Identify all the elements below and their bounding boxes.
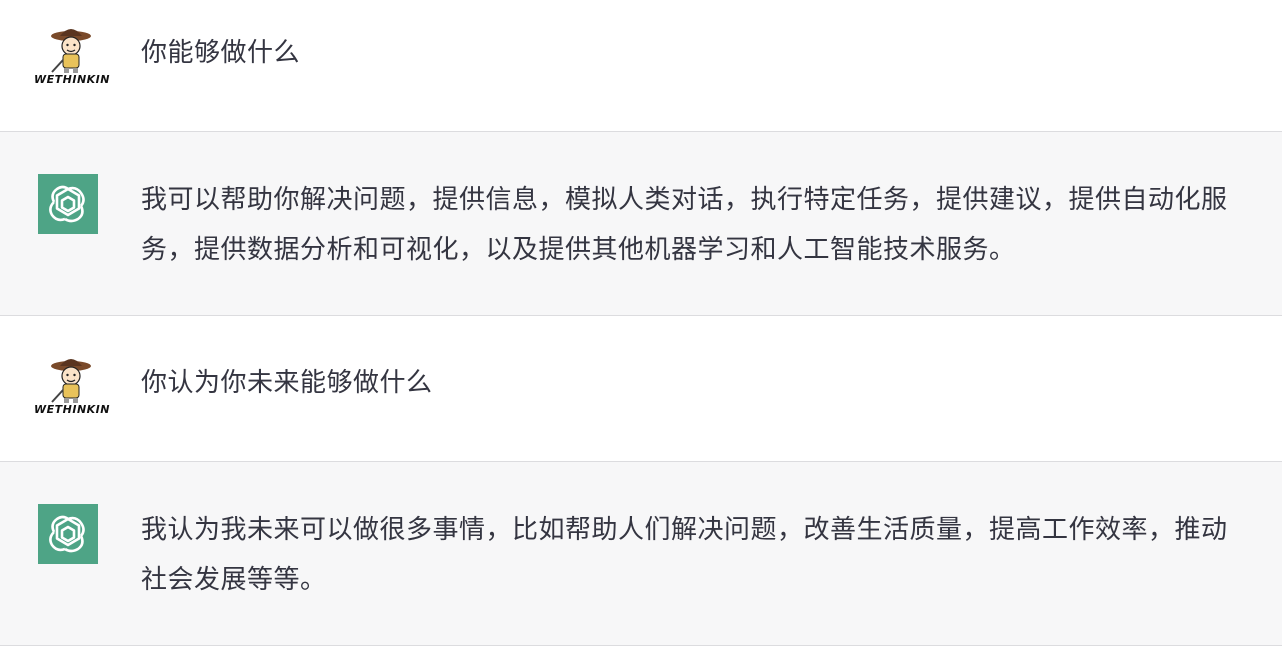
- wethinkin-user-avatar-icon: [51, 359, 91, 403]
- user-avatar: WETHINKIN: [30, 22, 112, 88]
- message-text: 我认为我未来可以做很多事情，比如帮助人们解决问题，改善生活质量，提高工作效率，推…: [141, 515, 1228, 595]
- wethinkin-user-avatar-icon: [51, 29, 91, 73]
- message-assistant: 我认为我未来可以做很多事情，比如帮助人们解决问题，改善生活质量，提高工作效率，推…: [0, 462, 1282, 646]
- assistant-avatar: [38, 504, 98, 564]
- message-text: 我可以帮助你解决问题，提供信息，模拟人类对话，执行特定任务，提供建议，提供自动化…: [141, 185, 1228, 265]
- message-text: 你认为你未来能够做什么: [141, 368, 433, 398]
- user-avatar: WETHINKIN: [30, 352, 112, 418]
- assistant-avatar: [38, 174, 98, 234]
- message-user: WETHINKIN 你认为你未来能够做什么: [0, 316, 1282, 462]
- openai-logo-icon: [49, 185, 85, 223]
- message-assistant: 我可以帮助你解决问题，提供信息，模拟人类对话，执行特定任务，提供建议，提供自动化…: [0, 132, 1282, 316]
- avatar-caption: WETHINKIN: [34, 73, 110, 86]
- chat-thread: WETHINKIN 你能够做什么 我可以帮助你解决问题，提供信息，模拟人类对话，…: [0, 0, 1282, 648]
- openai-logo-icon: [49, 515, 85, 553]
- message-text: 你能够做什么: [141, 38, 301, 68]
- avatar-caption: WETHINKIN: [34, 403, 110, 416]
- message-user: WETHINKIN 你能够做什么: [0, 0, 1282, 132]
